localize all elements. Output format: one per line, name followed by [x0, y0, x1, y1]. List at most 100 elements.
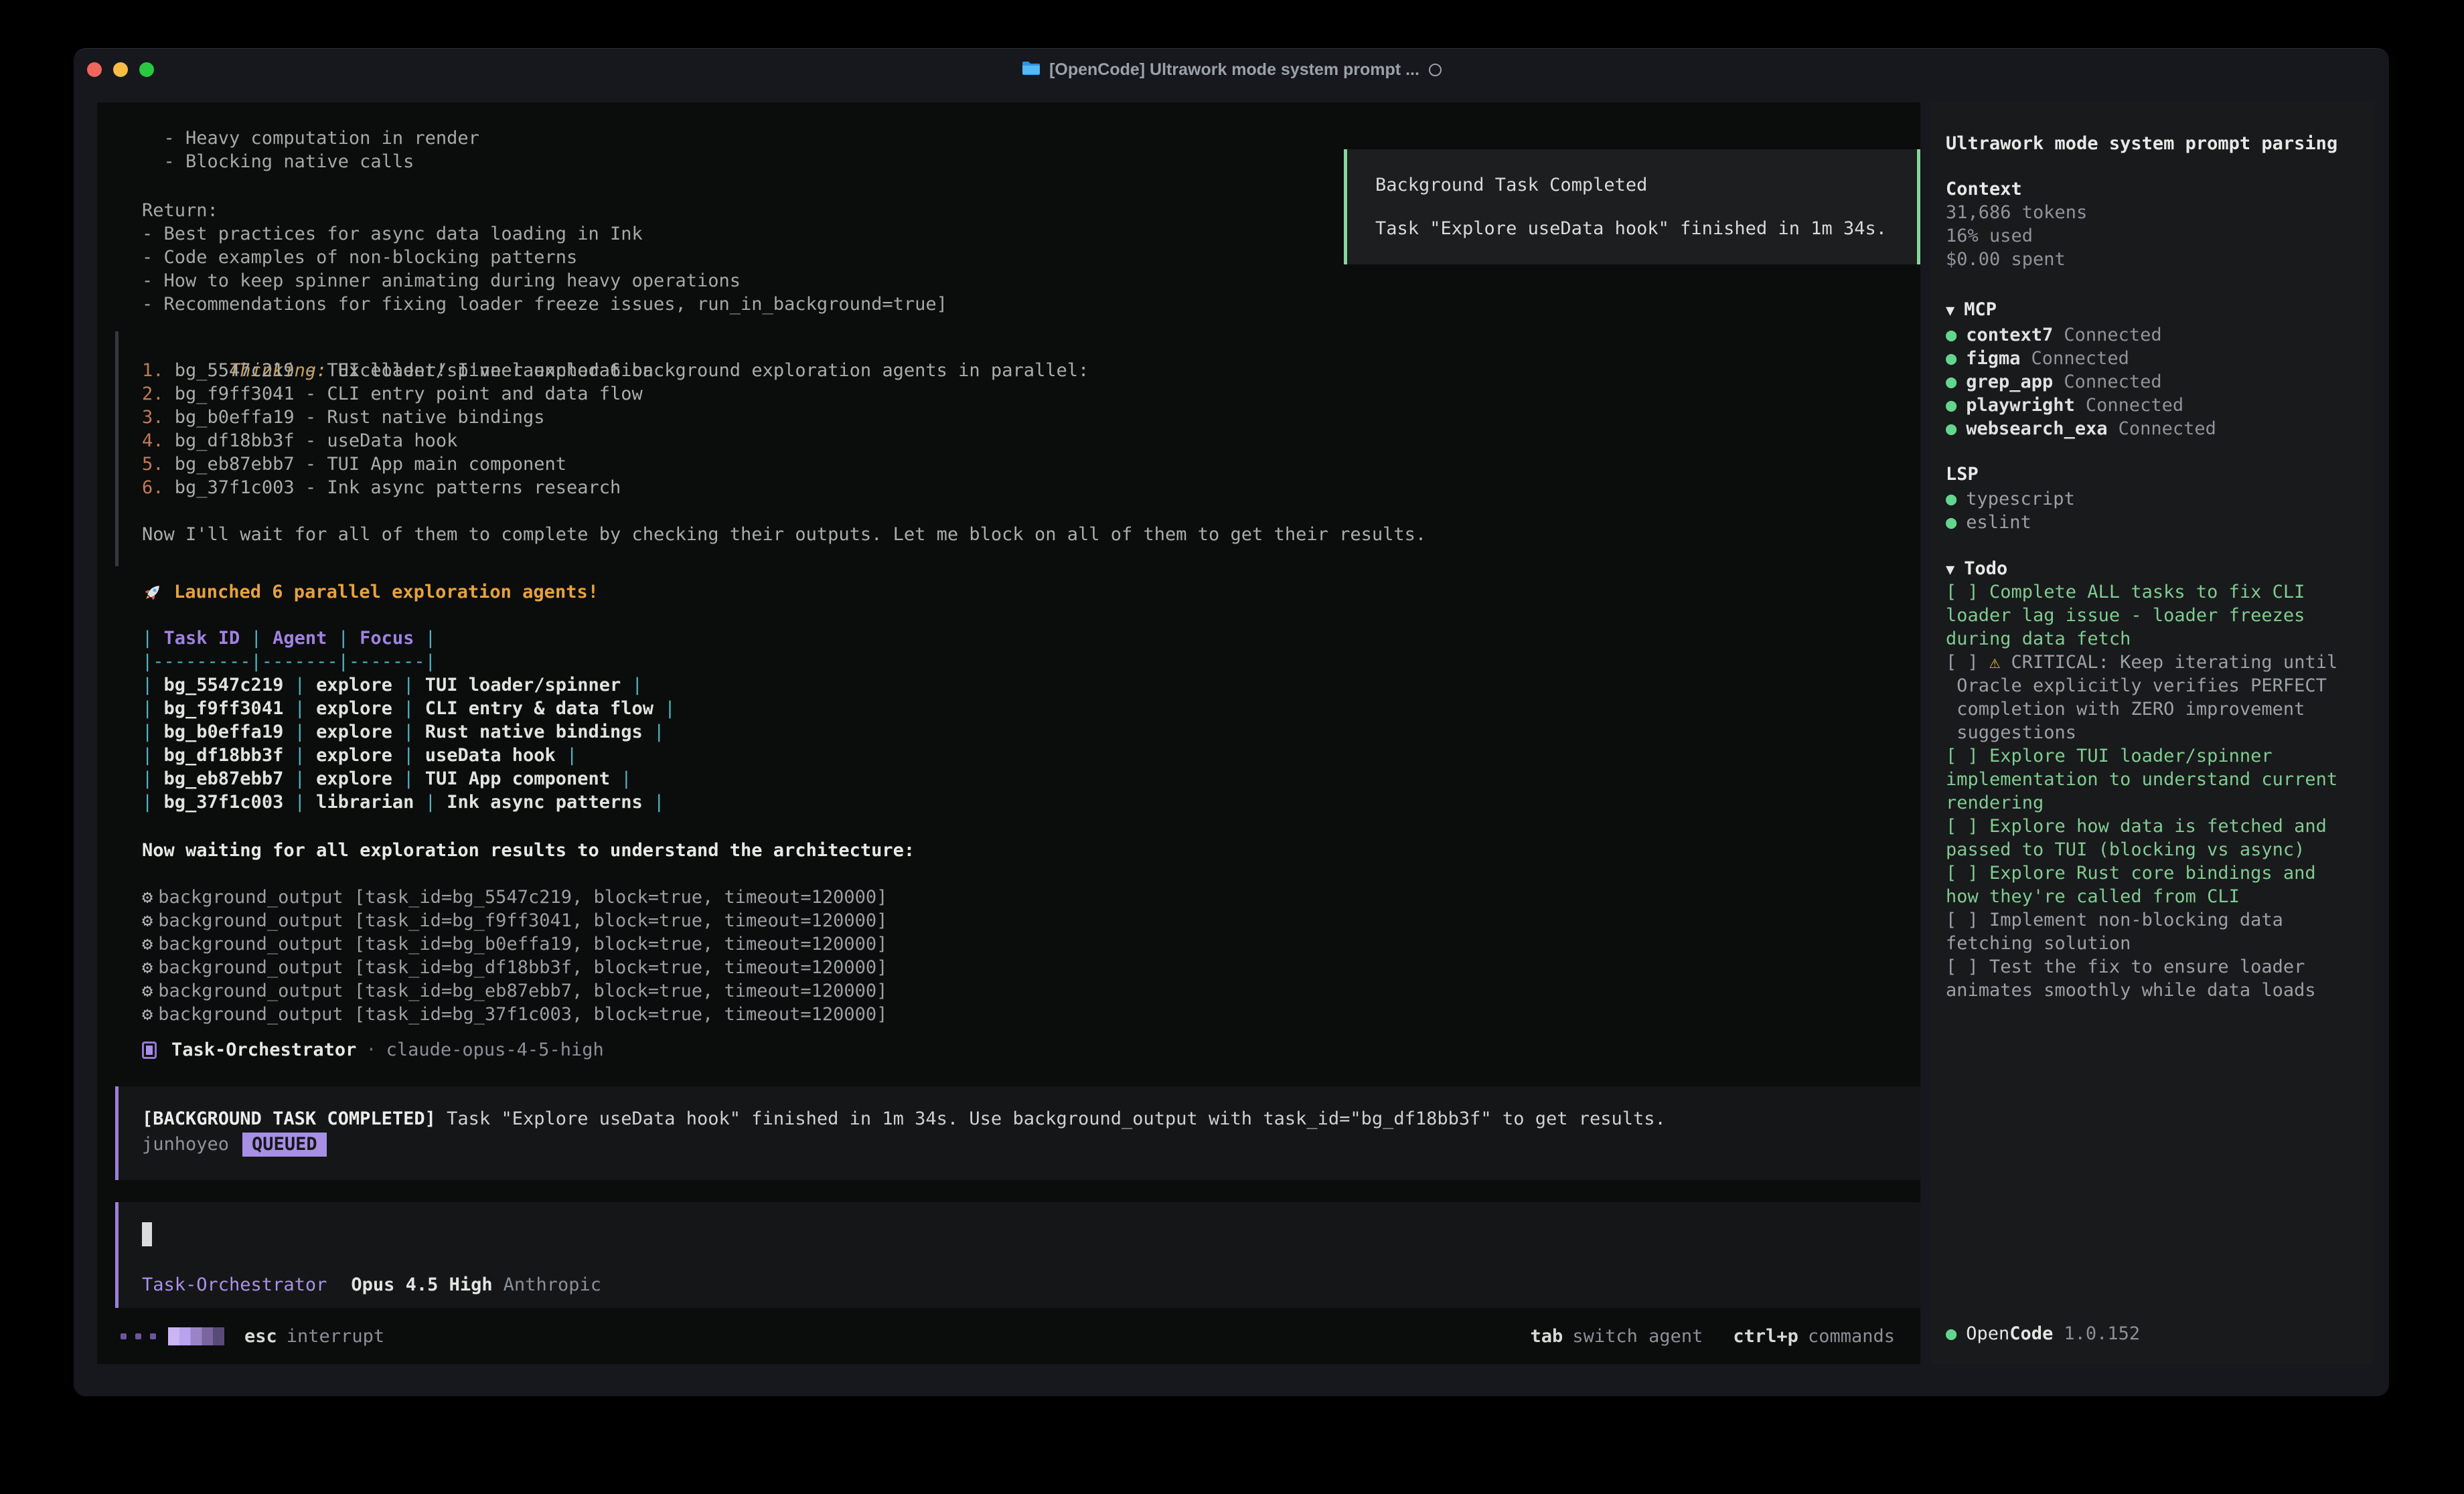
connected-dot-icon: ● — [1946, 489, 1956, 509]
app-version-footer: ● OpenCode 1.0.152 — [1946, 1322, 2361, 1345]
close-button[interactable] — [87, 62, 102, 77]
agent-icon — [142, 1042, 157, 1059]
table-separator-row: |---------|-------|-------| — [142, 650, 676, 673]
brand-name: Open — [1966, 1322, 2009, 1345]
gear-icon: ⚙ — [142, 934, 153, 954]
scrollback-line: Return: — [142, 199, 947, 222]
gear-icon: ⚙ — [142, 981, 153, 1001]
rocket-icon — [142, 582, 163, 603]
queued-badge: QUEUED — [242, 1133, 327, 1157]
chevron-down-icon: ▼ — [1946, 303, 1954, 319]
scrollback-line: - Recommendations for fixing loader free… — [142, 293, 947, 316]
tool-result-return-list: Return:- Best practices for async data l… — [142, 199, 947, 316]
mcp-list: ●context7Connected●figmaConnected●grep_a… — [1946, 323, 2361, 440]
input-agent-name[interactable]: Task-Orchestrator — [142, 1274, 327, 1295]
thinking-agent-item: 6. bg_37f1c003 - Ink async patterns rese… — [142, 476, 1426, 499]
scrollback-line: - Blocking native calls — [142, 150, 479, 173]
connected-dot-icon: ● — [1946, 348, 1956, 369]
waiting-line: Now waiting for all exploration results … — [142, 839, 915, 862]
tool-call-line: ⚙background_output [task_id=bg_5547c219,… — [142, 886, 887, 909]
mcp-item: ●grep_appConnected — [1946, 370, 2361, 394]
lsp-list: ●typescript●eslint — [1946, 487, 2361, 534]
prompt-input[interactable]: Task-Orchestrator Opus 4.5 High Anthropi… — [115, 1202, 1920, 1308]
lsp-item: ●typescript — [1946, 487, 2361, 511]
todo-heading: Todo — [1964, 558, 2007, 579]
table-row: | bg_b0effa19 | explore | Rust native bi… — [142, 720, 676, 744]
chevron-down-icon: ▼ — [1946, 562, 1954, 578]
agent-separator: · — [366, 1038, 376, 1062]
thinking-agent-item: 5. bg_eb87ebb7 - TUI App main component — [142, 452, 1426, 476]
todo-section-toggle[interactable]: ▼ Todo — [1946, 557, 2361, 582]
connected-dot-icon: ● — [1946, 418, 1956, 439]
notification-title: Background Task Completed — [1375, 173, 1917, 197]
connected-dot-icon: ● — [1946, 371, 1956, 392]
scrollback-line: - Best practices for async data loading … — [142, 222, 947, 246]
session-title: Ultrawork mode system prompt parsing — [1946, 132, 2361, 155]
mcp-item: ●figmaConnected — [1946, 347, 2361, 370]
app-version: 1.0.152 — [2064, 1322, 2140, 1345]
launch-banner: Launched 6 parallel exploration agents! — [142, 580, 599, 604]
connected-dot-icon: ● — [1946, 512, 1956, 533]
table-row: | bg_f9ff3041 | explore | CLI entry & da… — [142, 697, 676, 720]
lsp-item: ●eslint — [1946, 511, 2361, 534]
folder-icon — [1021, 60, 1041, 80]
context-stat-line: $0.00 spent — [1946, 248, 2361, 271]
tool-call-line: ⚙background_output [task_id=bg_37f1c003,… — [142, 1003, 887, 1026]
mcp-heading: MCP — [1964, 299, 1997, 320]
input-model-name[interactable]: Opus 4.5 High — [351, 1274, 492, 1295]
todo-item: [ ] Complete ALL tasks to fix CLI loader… — [1946, 580, 2361, 651]
todo-item: [ ] Test the fix to ensure loader animat… — [1946, 955, 2361, 1002]
table-header-row: | Task ID | Agent | Focus | — [142, 627, 676, 650]
agent-model: claude-opus-4-5-high — [386, 1038, 604, 1062]
gear-icon: ⚙ — [142, 957, 153, 978]
tool-call-list: ⚙background_output [task_id=bg_5547c219,… — [142, 886, 887, 1026]
scrollback-line: - Heavy computation in render — [142, 127, 479, 150]
agent-name: Task-Orchestrator — [171, 1038, 356, 1062]
scrollback-line: - Code examples of non-blocking patterns — [142, 246, 947, 269]
launch-banner-text: Launched 6 parallel exploration agents! — [174, 580, 599, 604]
status-dot-icon: ● — [1946, 1322, 1956, 1345]
esc-key-hint: esc — [244, 1326, 277, 1347]
tool-call-line: ⚙background_output [task_id=bg_b0effa19,… — [142, 932, 887, 956]
agents-table: | Task ID | Agent | Focus ||---------|--… — [142, 627, 676, 814]
traffic-lights — [87, 62, 154, 77]
chat-scroll-area[interactable]: - Heavy computation in render - Blocking… — [97, 102, 1920, 1364]
text-cursor — [142, 1222, 152, 1246]
thinking-agent-item: 4. bg_df18bb3f - useData hook — [142, 429, 1426, 452]
tool-call-line: ⚙background_output [task_id=bg_eb87ebb7,… — [142, 979, 887, 1003]
todo-item: [ ] Explore how data is fetched and pass… — [1946, 815, 2361, 861]
gear-icon: ⚙ — [142, 887, 153, 908]
minimize-button[interactable] — [113, 62, 128, 77]
todo-list: [ ] Complete ALL tasks to fix CLI loader… — [1946, 580, 2361, 1002]
todo-item: [ ] ⚠ CRITICAL: Keep iterating until Ora… — [1946, 651, 2361, 744]
busy-indicator-icon — [1429, 64, 1442, 76]
todo-item: [ ] Explore TUI loader/spinner implement… — [1946, 744, 2361, 815]
zoom-button[interactable] — [139, 62, 154, 77]
tool-call-line: ⚙background_output [task_id=bg_df18bb3f,… — [142, 956, 887, 979]
scrollback-line: - How to keep spinner animating during h… — [142, 269, 947, 293]
table-row: | bg_df18bb3f | explore | useData hook | — [142, 744, 676, 767]
tab-key-label: switch agent — [1572, 1326, 1703, 1347]
terminal-window: [OpenCode] Ultrawork mode system prompt … — [74, 48, 2389, 1396]
mcp-section-toggle[interactable]: ▼ MCP — [1946, 298, 2361, 323]
lsp-heading: LSP — [1946, 463, 2361, 486]
titlebar: [OpenCode] Ultrawork mode system prompt … — [74, 49, 2389, 90]
context-stat-line: 31,686 tokens — [1946, 201, 2361, 224]
status-bar-right: tab switch agent ctrl+p commands — [1531, 1325, 1895, 1348]
progress-spinner-icon — [168, 1327, 224, 1345]
input-footer: Task-Orchestrator Opus 4.5 High Anthropi… — [142, 1274, 601, 1295]
warning-icon: ⚠ — [1989, 652, 2000, 673]
context-stat-line: 16% used — [1946, 224, 2361, 248]
table-row: | bg_5547c219 | explore | TUI loader/spi… — [142, 673, 676, 697]
background-task-text: [BACKGROUND TASK COMPLETED] Task "Explor… — [142, 1106, 1920, 1132]
ctrlp-key-hint: ctrl+p — [1733, 1326, 1798, 1347]
thinking-outro: Now I'll wait for all of them to complet… — [142, 523, 1426, 546]
connected-dot-icon: ● — [1946, 325, 1956, 345]
agent-header: Task-Orchestrator · claude-opus-4-5-high — [142, 1038, 604, 1062]
activity-dots-icon — [121, 1333, 156, 1339]
notification-toast[interactable]: Background Task Completed Task "Explore … — [1344, 149, 1920, 264]
gear-icon: ⚙ — [142, 910, 153, 931]
thinking-block: Thinking: Excellent! I've launched 6 bac… — [115, 331, 1426, 566]
status-bar-left: esc interrupt — [121, 1325, 384, 1348]
background-task-message: [BACKGROUND TASK COMPLETED] Task "Explor… — [115, 1086, 1920, 1180]
